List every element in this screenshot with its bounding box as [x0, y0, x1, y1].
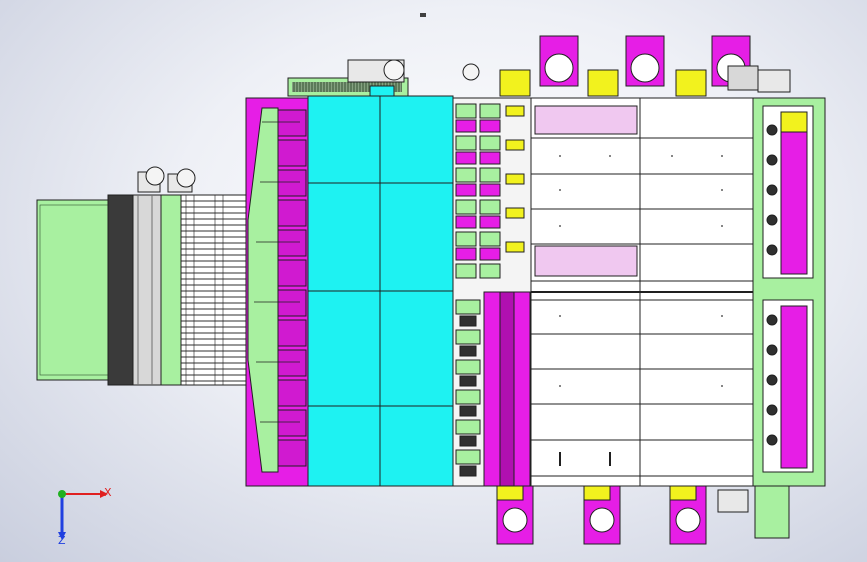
infeed-motors: [137, 166, 196, 193]
side-manifold: [245, 97, 309, 487]
valve-column: [452, 97, 532, 487]
cad-viewport[interactable]: X Z: [0, 0, 867, 562]
bottom-pumps: [496, 485, 749, 545]
infeed-hood: [36, 194, 252, 386]
x-axis-label: X: [104, 486, 112, 499]
z-axis-label: Z: [58, 534, 66, 547]
axis-triad: X Z: [40, 478, 120, 548]
panel-grid: [530, 97, 754, 487]
machine-top-view: [36, 13, 826, 545]
top-pumps: [462, 35, 791, 97]
right-cabinets: [752, 97, 826, 539]
top-drive: [287, 13, 426, 97]
y-axis-dot: [58, 490, 66, 498]
cyan-chamber: [307, 95, 454, 487]
